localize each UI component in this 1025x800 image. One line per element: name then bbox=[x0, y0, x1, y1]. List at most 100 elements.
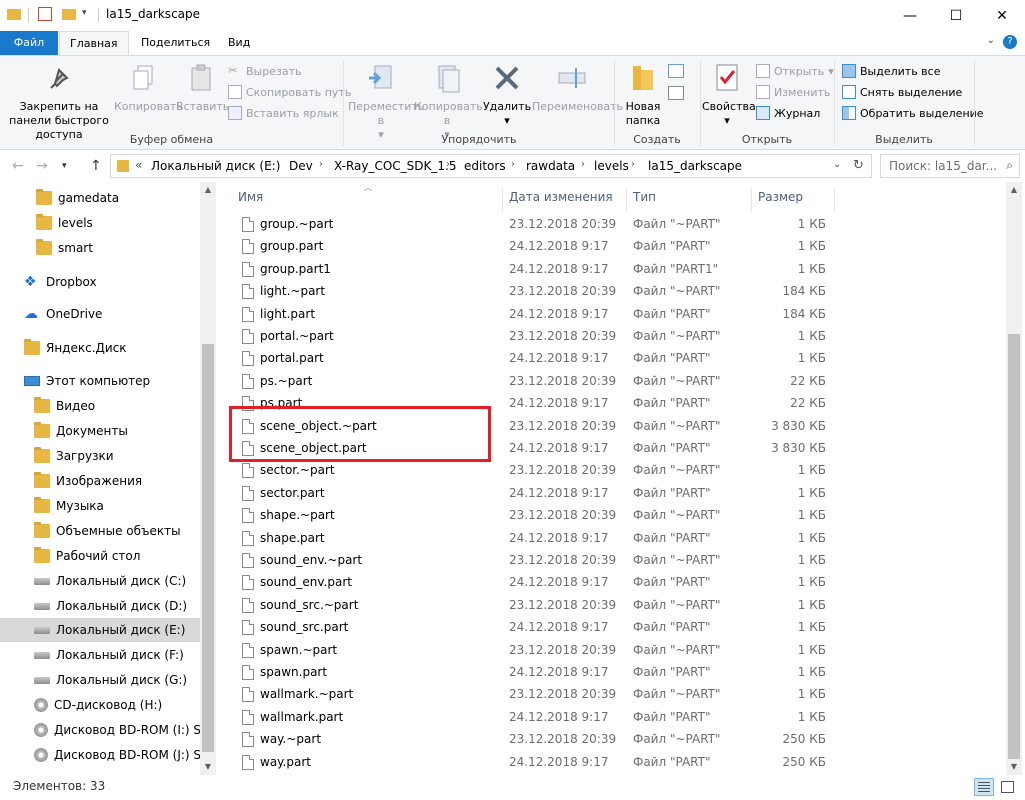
tab-file[interactable]: Файл bbox=[0, 31, 58, 55]
nav-item-this-pc[interactable]: Этот компьютер bbox=[0, 369, 200, 393]
breadcrumb-item[interactable]: levels bbox=[594, 159, 629, 173]
paste-button[interactable]: Вставить bbox=[176, 62, 229, 114]
nav-item-pictures[interactable]: Изображения bbox=[0, 469, 200, 493]
crumb-overflow[interactable]: « bbox=[135, 158, 142, 172]
nav-scrollbar-thumb[interactable] bbox=[202, 344, 214, 752]
cut-button[interactable]: ✂ Вырезать bbox=[228, 62, 301, 80]
table-row[interactable]: light.~part 23.12.2018 20:39 Файл "~PART" 1… bbox=[236, 281, 836, 303]
table-row[interactable]: group.part1 24.12.2018 9:17 Файл "PART1" 1 … bbox=[236, 259, 836, 281]
pin-to-quick-access-button[interactable]: Закрепить на панели быстрого доступа bbox=[4, 62, 114, 142]
nav-item-onedrive[interactable]: ☁ OneDrive bbox=[0, 302, 200, 326]
move-to-button[interactable]: Переместить в ▾ bbox=[348, 62, 424, 142]
nav-item-levels[interactable]: levels bbox=[0, 211, 200, 235]
select-none-button[interactable]: Снять выделение bbox=[842, 83, 962, 101]
nav-item-downloads[interactable]: Загрузки bbox=[0, 444, 200, 468]
scroll-down-icon[interactable]: ▼ bbox=[200, 759, 216, 775]
file-list-scrollbar[interactable]: ▲ ▼ bbox=[1006, 182, 1022, 775]
table-row[interactable]: portal.part 24.12.2018 9:17 Файл "PART" 1 К… bbox=[236, 348, 836, 370]
table-row[interactable]: sector.part 24.12.2018 9:17 Файл "PART" 1 К… bbox=[236, 483, 836, 505]
table-row[interactable]: light.part 24.12.2018 9:17 Файл "PART" 184 … bbox=[236, 304, 836, 326]
collapse-ribbon-icon[interactable]: ⌄ bbox=[987, 35, 995, 46]
forward-arrow-icon[interactable]: → bbox=[36, 158, 48, 174]
rename-button[interactable]: Переименовать bbox=[532, 62, 623, 114]
tab-share[interactable]: Поделиться bbox=[131, 31, 220, 55]
table-row[interactable]: wallmark.~part 23.12.2018 20:39 Файл "~PAR… bbox=[236, 684, 836, 706]
nav-item-drive-d[interactable]: Локальный диск (D:) bbox=[0, 594, 200, 618]
maximize-button[interactable]: ☐ bbox=[933, 0, 979, 31]
invert-selection-button[interactable]: Обратить выделение bbox=[842, 104, 984, 122]
nav-item-documents[interactable]: Документы bbox=[0, 419, 200, 443]
nav-item-drive-c[interactable]: Локальный диск (C:) bbox=[0, 569, 200, 593]
history-button[interactable]: Журнал bbox=[756, 104, 820, 122]
nav-item-desktop[interactable]: Рабочий стол bbox=[0, 544, 200, 568]
tab-view[interactable]: Вид bbox=[218, 31, 260, 55]
table-row[interactable]: sound_env.part 24.12.2018 9:17 Файл "PART"… bbox=[236, 572, 836, 594]
nav-item-drive-g[interactable]: Локальный диск (G:) bbox=[0, 668, 200, 692]
breadcrumb-item[interactable]: editors bbox=[464, 159, 506, 173]
properties-button[interactable]: Свойства ▾ bbox=[702, 62, 756, 128]
column-divider[interactable] bbox=[834, 188, 835, 212]
paste-shortcut-button[interactable]: Вставить ярлык bbox=[228, 104, 339, 122]
details-view-button[interactable] bbox=[974, 778, 994, 796]
large-icons-view-button[interactable] bbox=[998, 778, 1018, 796]
table-row[interactable]: sound_src.~part 23.12.2018 20:39 Файл "~PA… bbox=[236, 595, 836, 617]
copy-to-button[interactable]: Копировать в ▾ bbox=[414, 62, 483, 142]
nav-item-bd-drive-i[interactable]: Дисковод BD-ROM (I:) STA bbox=[0, 718, 200, 742]
new-folder-button[interactable]: Новая папка bbox=[620, 62, 666, 128]
scroll-down-icon[interactable]: ▼ bbox=[1006, 759, 1022, 775]
new-item-icon[interactable] bbox=[668, 64, 684, 78]
scroll-up-icon[interactable]: ▲ bbox=[1006, 182, 1022, 198]
column-divider[interactable] bbox=[502, 188, 503, 212]
back-arrow-icon[interactable]: ← bbox=[12, 158, 24, 174]
nav-item-video[interactable]: Видео bbox=[0, 394, 200, 418]
column-divider[interactable] bbox=[751, 188, 752, 212]
breadcrumb-item[interactable]: Dev bbox=[289, 159, 313, 173]
table-row[interactable]: ps.~part 23.12.2018 20:39 Файл "~PART" 22 К… bbox=[236, 371, 836, 393]
select-all-button[interactable]: Выделить все bbox=[842, 62, 940, 80]
help-icon[interactable]: ? bbox=[1003, 35, 1017, 49]
nav-item-drive-f[interactable]: Локальный диск (F:) bbox=[0, 643, 200, 667]
customize-quick-access-icon[interactable]: ▾ bbox=[82, 8, 87, 18]
address-dropdown-icon[interactable]: ⌄ bbox=[833, 159, 841, 170]
column-header-type[interactable]: Тип bbox=[633, 190, 656, 204]
breadcrumb-item[interactable]: X-Ray_COC_SDK_1.5 bbox=[334, 159, 457, 173]
nav-item-dropbox[interactable]: ❖ Dropbox bbox=[0, 270, 200, 294]
nav-item-smart[interactable]: smart bbox=[0, 236, 200, 260]
up-arrow-icon[interactable]: ↑ bbox=[90, 158, 102, 174]
table-row[interactable]: ps.part 24.12.2018 9:17 Файл "PART" 22 КБ bbox=[236, 393, 836, 415]
search-box[interactable]: Поиск: la15_dar... ⌕ bbox=[880, 154, 1020, 178]
nav-item-bd-drive-j[interactable]: Дисковод BD-ROM (J:) STA bbox=[0, 743, 200, 767]
nav-item-music[interactable]: Музыка bbox=[0, 494, 200, 518]
nav-scrollbar[interactable]: ▲ ▼ bbox=[200, 182, 216, 775]
open-button[interactable]: Открыть ▾ bbox=[756, 62, 834, 80]
column-divider[interactable] bbox=[626, 188, 627, 212]
minimize-button[interactable]: — bbox=[887, 0, 933, 31]
file-list-scrollbar-thumb[interactable] bbox=[1008, 334, 1020, 759]
refresh-icon[interactable]: ↻ bbox=[853, 158, 864, 173]
nav-item-yandex-disk[interactable]: Яндекс.Диск bbox=[0, 336, 200, 360]
folder-icon[interactable] bbox=[7, 9, 21, 20]
table-row[interactable]: way.part 24.12.2018 9:17 Файл "PART" 250 КБ bbox=[236, 752, 836, 774]
search-input[interactable]: Поиск: la15_dar... bbox=[889, 159, 999, 173]
table-row[interactable]: sound_env.~part 23.12.2018 20:39 Файл "~PA… bbox=[236, 550, 836, 572]
table-row[interactable]: group.~part 23.12.2018 20:39 Файл "~PART" 1… bbox=[236, 214, 836, 236]
table-row[interactable]: sound_src.part 24.12.2018 9:17 Файл "PART"… bbox=[236, 617, 836, 639]
properties-quick-icon[interactable] bbox=[38, 7, 52, 21]
breadcrumb-item[interactable]: rawdata bbox=[526, 159, 575, 173]
edit-button[interactable]: Изменить bbox=[756, 83, 830, 101]
column-header-name[interactable]: Имя bbox=[238, 190, 263, 204]
nav-item-gamedata[interactable]: gamedata bbox=[0, 186, 200, 210]
new-folder-quick-icon[interactable] bbox=[62, 9, 76, 20]
table-row[interactable]: shape.part 24.12.2018 9:17 Файл "PART" 1 КБ bbox=[236, 528, 836, 550]
tab-home[interactable]: Главная bbox=[59, 31, 129, 56]
column-header-date[interactable]: Дата изменения bbox=[509, 190, 613, 204]
table-row[interactable]: wallmark.part 24.12.2018 9:17 Файл "PART" 1… bbox=[236, 707, 836, 729]
delete-button[interactable]: Удалить ▾ bbox=[482, 62, 532, 128]
recent-locations-icon[interactable]: ▾ bbox=[62, 161, 67, 171]
column-header-size[interactable]: Размер bbox=[758, 190, 803, 204]
table-row[interactable]: spawn.~part 23.12.2018 20:39 Файл "~PART" 1… bbox=[236, 640, 836, 662]
table-row[interactable]: portal.~part 23.12.2018 20:39 Файл "~PART"… bbox=[236, 326, 836, 348]
breadcrumb-item[interactable]: Локальный диск (E:) bbox=[151, 159, 280, 173]
scroll-up-icon[interactable]: ▲ bbox=[200, 182, 216, 198]
copy-button[interactable]: Копировать bbox=[114, 62, 183, 114]
